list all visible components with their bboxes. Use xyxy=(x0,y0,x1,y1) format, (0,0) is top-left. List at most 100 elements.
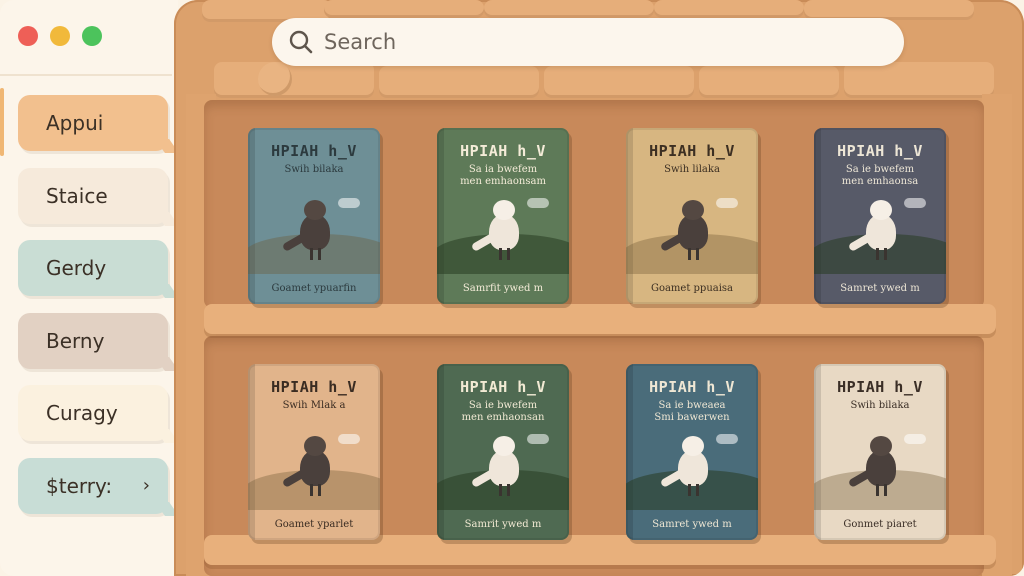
book-footer-text: Goamet ppuaisa xyxy=(650,283,734,294)
book-subtitle: Sa ia bwefem men emhaonsam xyxy=(460,164,546,187)
bird-head xyxy=(682,200,704,220)
book-footer-text: Samrfit ywed m xyxy=(462,283,544,294)
bird-figure-icon xyxy=(470,200,521,260)
bird-leg xyxy=(696,248,699,260)
book-cover-illustration xyxy=(248,426,380,510)
bird-leg xyxy=(696,484,699,496)
chevron-right-icon: › xyxy=(142,475,150,496)
shelf-crown-block xyxy=(544,66,694,98)
sidebar-item-label: Appui xyxy=(46,111,104,135)
book-card[interactable]: HPIAH h_V Swih bilaka Gonmet piaret xyxy=(814,364,946,540)
book-card[interactable]: HPIAH h_V Sa ie bwefem men emhaonsa Samret… xyxy=(814,128,946,304)
shelf-crown-block xyxy=(699,66,839,98)
bird-figure-icon xyxy=(281,436,332,496)
book-title: HPIAH h_V xyxy=(837,378,923,396)
shelf-board xyxy=(204,304,996,334)
bird-head xyxy=(304,200,326,220)
bird-head xyxy=(493,436,515,456)
book-card[interactable]: HPIAH h_V Sa ie bweaea Smi bawerwen Samret… xyxy=(626,364,758,540)
bird-head xyxy=(870,200,892,220)
book-subtitle: Sa ie bwefem men emhaonsa xyxy=(841,164,919,187)
sidebar-item-5[interactable]: Curagy xyxy=(18,385,168,441)
bird-leg xyxy=(884,484,887,496)
bird-head xyxy=(870,436,892,456)
bird-figure-icon xyxy=(847,436,898,496)
shelf-crown-block xyxy=(654,0,804,18)
bird-head xyxy=(682,436,704,456)
sidebar-item-6[interactable]: $terry: › xyxy=(18,457,168,514)
sidebar-item-1[interactable]: Appui xyxy=(18,95,168,151)
book-title: HPIAH h_V xyxy=(837,142,923,160)
cloud-icon xyxy=(527,198,549,208)
book-title: HPIAH h_V xyxy=(649,142,735,160)
book-title: HPIAH h_V xyxy=(271,142,357,160)
cloud-icon xyxy=(338,198,360,208)
book-title: HPIAH h_V xyxy=(649,378,735,396)
book-footer-text: Samret ywed m xyxy=(840,283,920,294)
book-card[interactable]: HPIAH h_V Swih lilaka Goamet ppuaisa xyxy=(626,128,758,304)
book-cover-illustration xyxy=(814,190,946,274)
search-bar[interactable] xyxy=(272,18,904,66)
sidebar-divider xyxy=(0,74,172,76)
cloud-icon xyxy=(527,434,549,444)
cloud-icon xyxy=(716,198,738,208)
bird-leg xyxy=(318,248,321,260)
app-window: Appui Staice Gerdy Berny Curagy $terry: › HPIA… xyxy=(0,0,1024,576)
cloud-icon xyxy=(716,434,738,444)
bird-leg xyxy=(876,484,879,496)
search-input[interactable] xyxy=(324,30,884,54)
bird-leg xyxy=(876,248,879,260)
book-subtitle: Sa ie bwefem men emhaonsan xyxy=(461,400,545,423)
window-controls xyxy=(18,26,102,46)
bird-leg xyxy=(688,248,691,260)
bird-head xyxy=(493,200,515,220)
cloud-icon xyxy=(338,434,360,444)
shelf-crown-block xyxy=(214,62,374,98)
book-card[interactable]: HPIAH h_V Sa ie bwefem men emhaonsan Samri… xyxy=(437,364,569,540)
sidebar-item-2[interactable]: Staice xyxy=(18,167,168,224)
shelf-crown-block xyxy=(324,0,484,18)
bird-leg xyxy=(318,484,321,496)
book-cover-illustration xyxy=(437,426,569,510)
shelf-knob xyxy=(258,62,292,96)
sidebar-item-label: Curagy xyxy=(46,401,118,425)
sidebar-item-4[interactable]: Berny xyxy=(18,312,168,369)
sidebar-item-label: Gerdy xyxy=(46,256,107,280)
cloud-icon xyxy=(904,434,926,444)
bird-head xyxy=(304,436,326,456)
close-window-button[interactable] xyxy=(18,26,38,46)
shelf-crown-block xyxy=(484,0,654,18)
bird-leg xyxy=(310,484,313,496)
shelf-post-right xyxy=(982,94,1012,576)
book-title: HPIAH h_V xyxy=(271,378,357,396)
book-title: HPIAH h_V xyxy=(460,142,546,160)
sidebar-nav: Appui Staice Gerdy Berny Curagy $terry: › xyxy=(18,95,168,530)
cloud-icon xyxy=(904,198,926,208)
book-footer-text: Gonmet piaret xyxy=(843,519,917,530)
bird-leg xyxy=(499,248,502,260)
book-footer-text: Goamet ypuarfin xyxy=(271,283,357,294)
book-subtitle: Swih bilaka xyxy=(284,164,344,175)
book-title: HPIAH h_V xyxy=(460,378,546,396)
bird-figure-icon xyxy=(281,200,332,260)
sidebar-item-3[interactable]: Gerdy xyxy=(18,240,168,296)
sidebar-item-label: Berny xyxy=(46,328,105,353)
bird-leg xyxy=(310,248,313,260)
bird-figure-icon xyxy=(470,436,521,496)
bird-figure-icon xyxy=(659,436,710,496)
shelf-crown-block xyxy=(804,0,974,20)
book-card[interactable]: HPIAH h_V Swih Mlak a Goamet yparlet xyxy=(248,364,380,540)
zoom-window-button[interactable] xyxy=(82,26,102,46)
active-indicator xyxy=(0,88,4,156)
bird-leg xyxy=(507,484,510,496)
book-cover-illustration xyxy=(814,426,946,510)
book-footer-text: Samrit ywed m xyxy=(464,519,542,530)
book-card[interactable]: HPIAH h_V Sa ia bwefem men emhaonsam Samrf… xyxy=(437,128,569,304)
minimize-window-button[interactable] xyxy=(50,26,70,46)
book-subtitle: Swih Mlak a xyxy=(282,400,346,411)
book-footer-text: Goamet yparlet xyxy=(274,519,354,530)
shelf-crown-block xyxy=(844,62,994,98)
book-cover-illustration xyxy=(437,190,569,274)
book-card[interactable]: HPIAH h_V Swih bilaka Goamet ypuarfin xyxy=(248,128,380,304)
sidebar: Appui Staice Gerdy Berny Curagy $terry: › xyxy=(0,0,178,576)
